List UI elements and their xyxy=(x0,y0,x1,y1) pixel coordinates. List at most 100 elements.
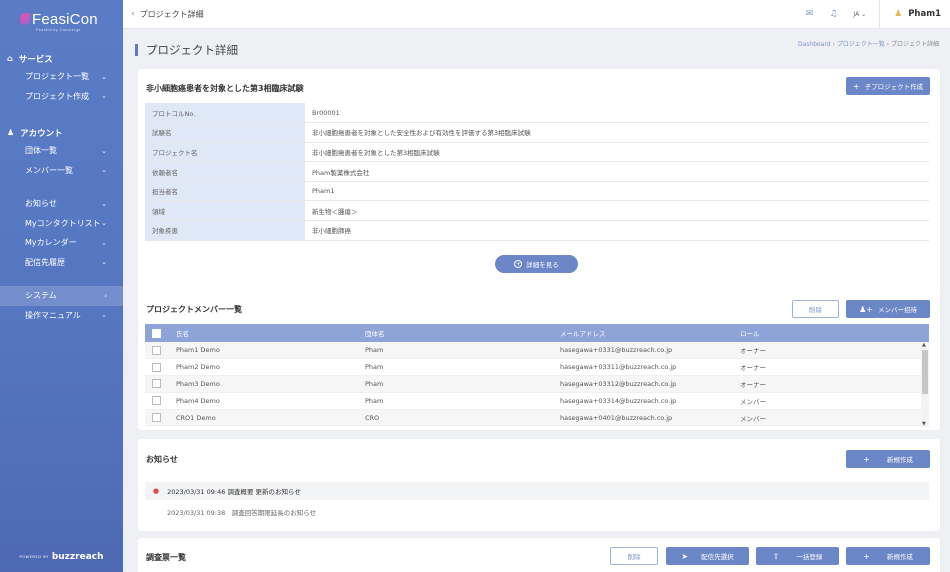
button-label: 削除 xyxy=(627,553,641,561)
row-checkbox[interactable] xyxy=(152,345,161,355)
column-header-org[interactable]: 団体名 xyxy=(362,324,552,342)
field-label: プロトコルNo. xyxy=(145,103,305,124)
members-title: プロジェクトメンバー一覧 xyxy=(146,305,242,314)
row-checkbox[interactable] xyxy=(152,396,161,406)
member-name: CRO1 Demo xyxy=(173,409,362,427)
table-row[interactable]: Pham1 Demo Pham hasegawa+0331@buzzreach.co… xyxy=(145,342,929,360)
new-survey-button[interactable]: + 新規作成 xyxy=(846,547,930,565)
row-checkbox[interactable] xyxy=(152,413,161,423)
user-name: Pham1 xyxy=(908,9,941,19)
delete-surveys-button[interactable]: 削除 xyxy=(610,547,658,565)
sidebar-item-label: 団体一覧 xyxy=(25,146,57,156)
field-row: 領域 新生物＜腫瘍＞ xyxy=(145,200,929,222)
sidebar-item-project-list[interactable]: プロジェクト一覧 ⌄ xyxy=(0,67,123,87)
invite-member-button[interactable]: ♟+ メンバー招待 xyxy=(846,300,930,318)
sidebar-item-contacts[interactable]: Myコンタクトリスト ⌄ xyxy=(0,214,123,234)
sidebar-item-member-list[interactable]: メンバー一覧 ⌄ xyxy=(0,161,123,181)
field-value: Pham1 xyxy=(305,181,929,202)
sidebar-item-label: お知らせ xyxy=(25,199,57,209)
notice-item[interactable]: 2023/03/31 09:38 調査回答期限延長のお知らせ xyxy=(167,507,316,517)
sidebar-item-system[interactable]: システム › xyxy=(0,286,123,306)
field-label: 依頼者名 xyxy=(145,161,305,182)
scrollbar-thumb[interactable] xyxy=(922,350,928,394)
breadcrumb-list-link[interactable]: プロジェクト一覧 xyxy=(837,41,885,48)
sidebar-item-label: プロジェクト一覧 xyxy=(25,72,89,82)
field-row: 試験名 非小細胞癌患者を対象とした安全性および有効性を評価する第3相臨床試験 xyxy=(145,122,929,143)
brand-logo[interactable]: FeasiCon Feasibility Concierge xyxy=(0,0,123,38)
sidebar-item-manual[interactable]: 操作マニュアル ⌄ xyxy=(0,306,123,326)
button-label: 配信先選択 xyxy=(701,553,734,561)
select-all-checkbox[interactable] xyxy=(152,328,161,338)
chevron-down-icon: ⌄ xyxy=(101,219,107,228)
scroll-down-icon[interactable]: ▼ xyxy=(922,421,926,427)
sidebar-footer: POWERED BY buzzreach xyxy=(0,552,123,562)
user-menu[interactable]: ♟ Pham1 xyxy=(879,0,950,29)
sidebar-section-account: ♟ アカウント xyxy=(0,124,123,141)
select-recipients-button[interactable]: ➤ 配信先選択 xyxy=(666,547,749,565)
member-role: メンバー xyxy=(737,409,929,427)
chevron-down-icon: ⌄ xyxy=(101,258,107,267)
field-label: 領域 xyxy=(145,200,305,222)
button-label: 新規作成 xyxy=(886,456,913,464)
chevron-down-icon: ⌄ xyxy=(101,199,107,208)
field-label: 対象疾患 xyxy=(145,220,305,241)
member-email: hasegawa+03311@buzzreach.co.jp xyxy=(552,358,737,377)
member-name: Pham3 Demo xyxy=(173,375,362,393)
field-value: 非小細胞肺癌 xyxy=(305,220,929,241)
sidebar-item-project-create[interactable]: プロジェクト作成 ⌄ xyxy=(0,87,123,107)
user-icon: ♟ xyxy=(894,9,903,19)
row-checkbox[interactable] xyxy=(152,362,161,372)
sidebar-item-label: Myカレンダー xyxy=(25,238,77,248)
button-label: 子プロジェクト作成 xyxy=(864,83,924,91)
field-value: 非小細胞癌患者を対象とした安全性および有効性を評価する第3相臨床試験 xyxy=(305,122,929,143)
column-header-email[interactable]: メールアドレス xyxy=(552,324,737,342)
back-chevron-icon[interactable]: ‹ xyxy=(131,9,135,19)
delete-members-button[interactable]: 削除 xyxy=(792,300,839,318)
scroll-up-icon[interactable]: ▲ xyxy=(922,342,926,348)
table-row[interactable]: Pham4 Demo Pham hasegawa+03314@buzzreach.c… xyxy=(145,392,929,410)
project-fields-table: プロトコルNo. Br00001 試験名 非小細胞癌患者を対象とした安全性および有効性… xyxy=(145,103,929,241)
sidebar-item-label: メンバー一覧 xyxy=(25,165,73,175)
sidebar-item-org-list[interactable]: 団体一覧 ⌄ xyxy=(0,141,123,161)
new-notice-button[interactable]: + 新規作成 xyxy=(846,450,930,468)
plus-icon: + xyxy=(863,551,870,561)
breadcrumb-home-link[interactable]: Dashboard xyxy=(798,41,831,48)
column-header-role[interactable]: ロール xyxy=(737,324,929,342)
language-label: JA xyxy=(853,10,860,18)
sidebar-section-service: ⌂ サービス xyxy=(0,50,123,67)
sidebar-item-calendar[interactable]: Myカレンダー ⌄ xyxy=(0,233,123,253)
chevron-down-icon: ⌄ xyxy=(101,238,107,247)
send-icon: ➤ xyxy=(681,551,689,561)
mail-icon[interactable]: ✉ xyxy=(806,9,814,19)
field-row: プロジェクト名 非小細胞癌患者を対象とした第3相臨床試験 xyxy=(145,142,929,163)
field-value: 新生物＜腫瘍＞ xyxy=(305,200,929,222)
sidebar-item-notices[interactable]: お知らせ ⌄ xyxy=(0,194,123,214)
table-row[interactable]: CRO1 Demo CRO hasegawa+0401@buzzreach.co.j… xyxy=(145,409,929,427)
show-details-button[interactable]: + 詳細を見る xyxy=(495,255,578,273)
field-label: 試験名 xyxy=(145,122,305,143)
plus-circle-icon: + xyxy=(514,260,523,268)
language-select[interactable]: JA ⌄ xyxy=(853,11,866,18)
topbar: ‹ プロジェクト詳細 ✉ ♫ JA ⌄ ♟ Pham1 xyxy=(123,0,950,29)
notice-item-unread[interactable]: ● 2023/03/31 09:46 調査概要 更新のお知らせ xyxy=(145,482,929,500)
column-header-name[interactable]: 氏名 xyxy=(173,324,362,342)
table-row[interactable]: Pham2 Demo Pham hasegawa+03311@buzzreach.c… xyxy=(145,358,929,377)
members-card: プロジェクトメンバー一覧 削除 ♟+ メンバー招待 氏名 団体名 メールアドレス … xyxy=(138,293,940,430)
button-label: メンバー招待 xyxy=(877,306,917,314)
member-name: Pham2 Demo xyxy=(173,358,362,377)
chevron-down-icon: ⌄ xyxy=(101,166,107,175)
table-row[interactable]: Pham3 Demo Pham hasegawa+03312@buzzreach.c… xyxy=(145,375,929,393)
bell-icon[interactable]: ♫ xyxy=(829,9,837,19)
bulk-register-button[interactable]: ⇧ 一括登録 xyxy=(756,547,839,565)
main-content: プロジェクト詳細 Dashboard › プロジェクト一覧 › プロジェクト詳細… xyxy=(123,29,950,572)
table-scrollbar[interactable]: ▲ ▼ xyxy=(921,342,929,427)
member-org: Pham xyxy=(362,375,552,393)
field-row: 対象疾患 非小細胞肺癌 xyxy=(145,220,929,241)
add-user-icon: ♟+ xyxy=(859,304,873,314)
row-checkbox[interactable] xyxy=(152,379,161,389)
sidebar-item-delivery-history[interactable]: 配信先履歴 ⌄ xyxy=(0,253,123,273)
chevron-down-icon: ⌄ xyxy=(101,92,107,101)
member-role: オーナー xyxy=(737,342,929,360)
create-child-project-button[interactable]: + 子プロジェクト作成 xyxy=(846,77,930,95)
field-row: プロトコルNo. Br00001 xyxy=(145,103,929,124)
